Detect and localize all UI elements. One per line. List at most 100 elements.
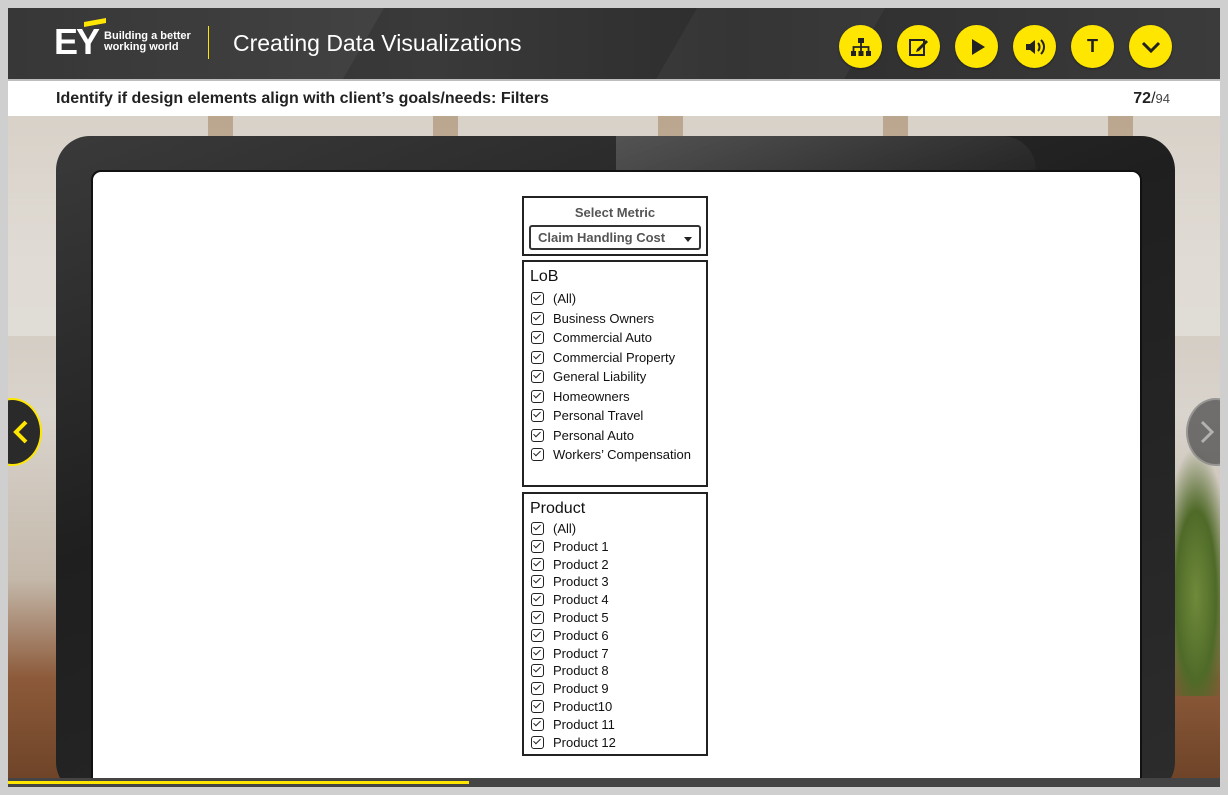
product-filter-option[interactable]: Product 6 — [531, 628, 609, 643]
player-frame: EY Building a better working world Creat… — [0, 0, 1228, 795]
slide-title-bar: Identify if design elements align with c… — [8, 79, 1220, 116]
product-filter-panel: Product (All) Product 1 Product 2 Product 3… — [522, 492, 708, 756]
text-button[interactable]: T — [1071, 25, 1114, 68]
filter-option-label: Business Owners — [553, 310, 655, 326]
checkbox-checked-icon[interactable] — [531, 646, 544, 660]
product-filter-option[interactable]: Product 8 — [531, 663, 609, 678]
chevron-left-icon — [13, 420, 28, 444]
checkbox-checked-icon[interactable] — [531, 717, 544, 731]
checkbox-checked-icon[interactable] — [531, 611, 544, 624]
select-metric-label: Select Metric — [574, 205, 656, 220]
checkbox-checked-icon[interactable] — [531, 389, 544, 403]
checkbox-checked-icon[interactable] — [531, 448, 544, 461]
total-pages: 94 — [1155, 91, 1170, 106]
filter-option-label: Homeowners — [553, 388, 630, 404]
lob-filter-option[interactable]: Commercial Property — [531, 350, 675, 365]
header-divider — [208, 26, 209, 59]
checkbox-checked-icon[interactable] — [531, 539, 544, 553]
checkbox-checked-icon[interactable] — [531, 331, 544, 344]
filter-option-label: Product 3 — [553, 574, 609, 590]
course-stage: EY Building a better working world Creat… — [8, 8, 1220, 787]
checkbox-checked-icon[interactable] — [531, 292, 544, 305]
product-filter-option[interactable]: Product 7 — [531, 646, 609, 661]
product-filter-option[interactable]: Product 11 — [531, 717, 615, 732]
filter-option-label: Product 1 — [553, 538, 609, 554]
filter-option-label: Commercial Property — [553, 349, 676, 365]
product-filter-option[interactable]: Product10 — [531, 699, 612, 714]
filter-option-label: Product 6 — [553, 627, 609, 643]
lob-filter-title: LoB — [530, 268, 559, 285]
filter-option-label: Product 9 — [553, 681, 609, 697]
checkbox-checked-icon[interactable] — [531, 682, 544, 696]
metric-dropdown-value: Claim Handling Cost — [538, 230, 666, 245]
filter-option-label: Product 8 — [553, 663, 609, 679]
checkbox-checked-icon[interactable] — [531, 428, 544, 442]
laptop-screen: Select Metric Claim Handling Cost LoB (A… — [91, 170, 1142, 780]
laptop-mockup: Select Metric Claim Handling Cost LoB (A… — [56, 136, 1175, 787]
product-filter-option[interactable]: Product 5 — [531, 610, 609, 625]
text-icon: T — [1087, 36, 1098, 56]
progress-fill — [8, 781, 469, 784]
chevron-right-icon — [1200, 420, 1215, 444]
product-filter-option[interactable]: Product 12 — [531, 735, 616, 750]
checkbox-checked-icon[interactable] — [531, 311, 544, 325]
filter-option-label: (All) — [553, 521, 577, 536]
lob-filter-option[interactable]: Business Owners — [531, 311, 654, 326]
metric-dropdown[interactable]: Claim Handling Cost — [529, 225, 701, 250]
checkbox-checked-icon[interactable] — [531, 628, 544, 642]
ey-logo-tagline: Building a better working world — [104, 30, 191, 53]
filter-option-label: Workers’ Compensation — [553, 447, 691, 462]
play-icon — [971, 38, 985, 55]
dropdown-caret-icon — [684, 237, 692, 242]
filter-option-label: Product 4 — [553, 592, 609, 608]
menu-button[interactable] — [1129, 25, 1172, 68]
ey-logo: EY Building a better working world — [54, 18, 194, 60]
course-title: Creating Data Visualizations — [233, 30, 522, 56]
notes-icon — [908, 38, 928, 56]
lob-filter-option[interactable]: Workers’ Compensation — [531, 447, 691, 462]
product-filter-option[interactable]: Product 9 — [531, 681, 609, 696]
checkbox-checked-icon[interactable] — [531, 522, 544, 535]
filter-option-label: Product 7 — [553, 645, 609, 661]
filter-option-label: Product 11 — [553, 716, 615, 732]
checkbox-checked-icon[interactable] — [531, 409, 544, 422]
lob-filter-option[interactable]: General Liability — [531, 369, 646, 384]
progress-bar[interactable] — [8, 778, 1220, 787]
filter-option-label: Commercial Auto — [553, 330, 652, 345]
checkbox-checked-icon[interactable] — [531, 664, 544, 678]
sitemap-button[interactable] — [839, 25, 882, 68]
play-button[interactable] — [955, 25, 998, 68]
lob-filter-option[interactable]: Homeowners — [531, 389, 630, 404]
checkbox-checked-icon[interactable] — [531, 350, 544, 364]
product-filter-option[interactable]: Product 3 — [531, 574, 609, 589]
lob-filter-option[interactable]: (All) — [531, 291, 576, 306]
notes-button[interactable] — [897, 25, 940, 68]
product-filter-option[interactable]: Product 1 — [531, 539, 609, 554]
product-filter-title: Product — [530, 500, 586, 517]
checkbox-checked-icon[interactable] — [531, 593, 544, 607]
checkbox-checked-icon[interactable] — [531, 700, 544, 713]
chevron-down-icon — [1141, 41, 1160, 53]
filter-option-label: Product10 — [553, 699, 613, 714]
header-bar: EY Building a better working world Creat… — [8, 8, 1220, 79]
checkbox-checked-icon[interactable] — [531, 557, 544, 571]
sitemap-icon — [850, 37, 871, 56]
slide-title: Identify if design elements align with c… — [56, 90, 549, 107]
lob-filter-option[interactable]: Personal Travel — [531, 408, 643, 423]
product-filter-option[interactable]: (All) — [531, 521, 576, 536]
current-page: 72 — [1133, 90, 1152, 107]
lob-filter-option[interactable]: Personal Auto — [531, 428, 634, 443]
audio-button[interactable] — [1013, 25, 1056, 68]
filter-option-label: Product 2 — [553, 556, 609, 572]
ey-logo-mark: EY — [54, 18, 106, 60]
filter-option-label: Product 12 — [553, 734, 616, 750]
product-filter-option[interactable]: Product 2 — [531, 557, 609, 572]
filter-option-label: (All) — [553, 291, 577, 306]
product-filter-option[interactable]: Product 4 — [531, 592, 609, 607]
checkbox-checked-icon[interactable] — [531, 575, 544, 589]
checkbox-checked-icon[interactable] — [531, 370, 544, 383]
checkbox-checked-icon[interactable] — [531, 735, 544, 749]
toolbar: T — [839, 25, 1172, 68]
filter-option-label: Personal Travel — [553, 408, 644, 423]
lob-filter-option[interactable]: Commercial Auto — [531, 330, 652, 345]
